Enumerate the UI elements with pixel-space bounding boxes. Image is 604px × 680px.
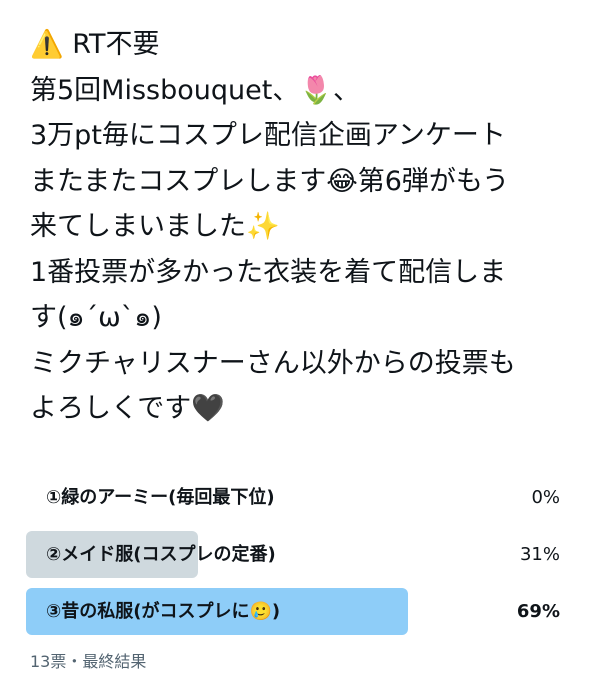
- poll-option-3: ③昔の私服(がコスプレに🥲) 69%: [26, 588, 580, 635]
- tweet-text: ⚠️ RT不要 第5回Missbouquet、🌷、 3万pt毎にコスプレ配信企画…: [30, 22, 590, 432]
- tweet-line: す(๑´ω`๑): [30, 302, 162, 333]
- tweet-line: よろしくです🖤: [30, 393, 225, 424]
- tweet-line: 第5回Missbouquet、🌷、: [30, 74, 360, 106]
- tweet-line: 来てしまいました✨: [30, 211, 280, 242]
- poll-option-percent: 69%: [516, 601, 560, 622]
- tweet-line: 3万pt毎にコスプレ配信企画アンケート: [30, 120, 506, 151]
- poll-option-label: ①緑のアーミー(毎回最下位): [46, 487, 275, 508]
- tweet-line: ⚠️ RT不要: [30, 29, 160, 60]
- poll-option-percent: 0%: [531, 487, 560, 508]
- tweet-line: 1番投票が多かった衣装を着て配信しま: [30, 256, 507, 288]
- poll-option-1: ①緑のアーミー(毎回最下位) 0%: [26, 474, 580, 521]
- poll-meta: 13票・最終結果: [30, 652, 147, 671]
- tweet-line: ミクチャリスナーさん以外からの投票も: [30, 347, 516, 379]
- poll-option-label: ③昔の私服(がコスプレに🥲): [46, 601, 281, 622]
- poll-option-label: ②メイド服(コスプレの定番): [46, 544, 276, 565]
- poll-option-percent: 31%: [519, 544, 560, 565]
- tweet-line: またまたコスプレします😂第6弾がもう: [30, 165, 510, 197]
- poll: ①緑のアーミー(毎回最下位) 0% ②メイド服(コスプレの定番) 31% ③昔の…: [26, 474, 580, 645]
- poll-option-2: ②メイド服(コスプレの定番) 31%: [26, 531, 580, 578]
